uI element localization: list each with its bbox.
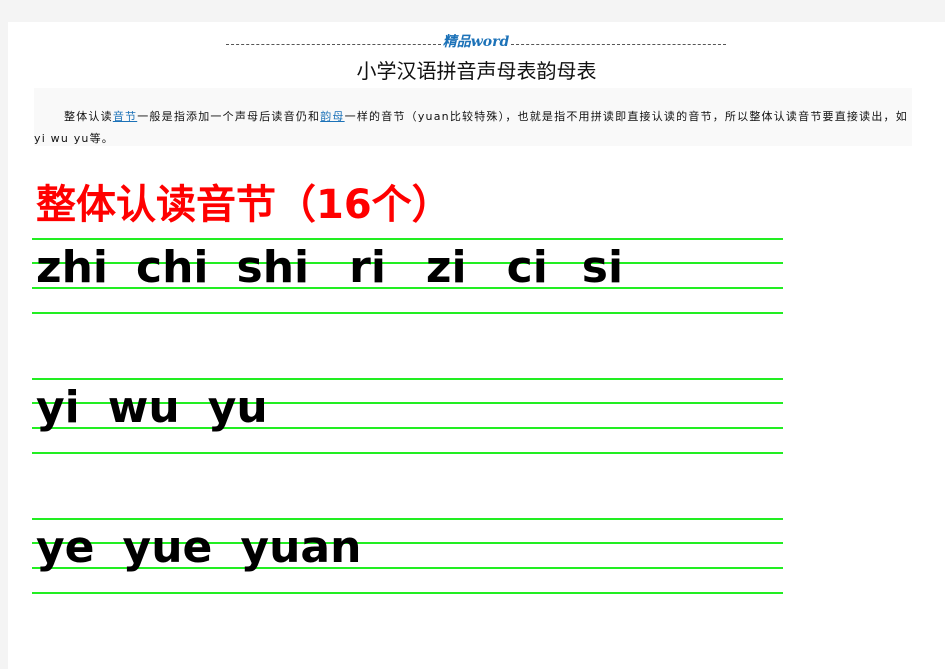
document-page: 精品word 小学汉语拼音声母表韵母表 整体认读音节一般是指添加一个声母后读音仍…: [8, 22, 945, 669]
section-title: 整体认读音节（16个）: [36, 182, 452, 228]
syllable: yu: [207, 382, 268, 433]
header-divider-left: [226, 36, 441, 45]
syllable-row-3: ye yue yuan: [32, 518, 783, 594]
syllable: chi: [136, 242, 209, 293]
guide-line: [32, 378, 783, 380]
syllable-row-1: zhi chi shi ri zi ci si: [32, 238, 783, 314]
link-yinjie[interactable]: 音节: [113, 110, 137, 123]
guide-line: [32, 518, 783, 520]
syllable-list: ye yue yuan: [36, 522, 389, 574]
syllable: zi: [425, 242, 467, 293]
link-yunmu[interactable]: 韵母: [320, 110, 344, 123]
syllable: ye: [36, 522, 95, 573]
intro-text-2: 一般是指添加一个声母后读音仍和: [137, 110, 321, 123]
syllable: ci: [506, 242, 548, 293]
guide-line: [32, 592, 783, 594]
header-divider-right: [511, 36, 726, 45]
syllable: ri: [349, 242, 386, 293]
syllable: wu: [107, 382, 180, 433]
syllable: yi: [36, 382, 80, 433]
document-title: 小学汉语拼音声母表韵母表: [356, 59, 597, 83]
syllable: si: [581, 242, 624, 293]
page-header: 精品word: [226, 33, 726, 50]
intro-text-1: 整体认读: [64, 110, 113, 123]
syllable-row-2: yi wu yu: [32, 378, 783, 454]
syllable: yuan: [240, 522, 362, 573]
syllable: zhi: [36, 242, 109, 293]
guide-line: [32, 452, 783, 454]
intro-paragraph: 整体认读音节一般是指添加一个声母后读音仍和韵母一样的音节（yuan比较特殊），也…: [34, 88, 912, 146]
guide-line: [32, 238, 783, 240]
syllable: yue: [122, 522, 213, 573]
syllable-list: yi wu yu: [36, 382, 296, 434]
brand-label: 精品word: [442, 34, 510, 50]
syllable: shi: [236, 242, 310, 293]
guide-line: [32, 312, 783, 314]
syllable-list: zhi chi shi ri zi ci si: [36, 242, 651, 294]
